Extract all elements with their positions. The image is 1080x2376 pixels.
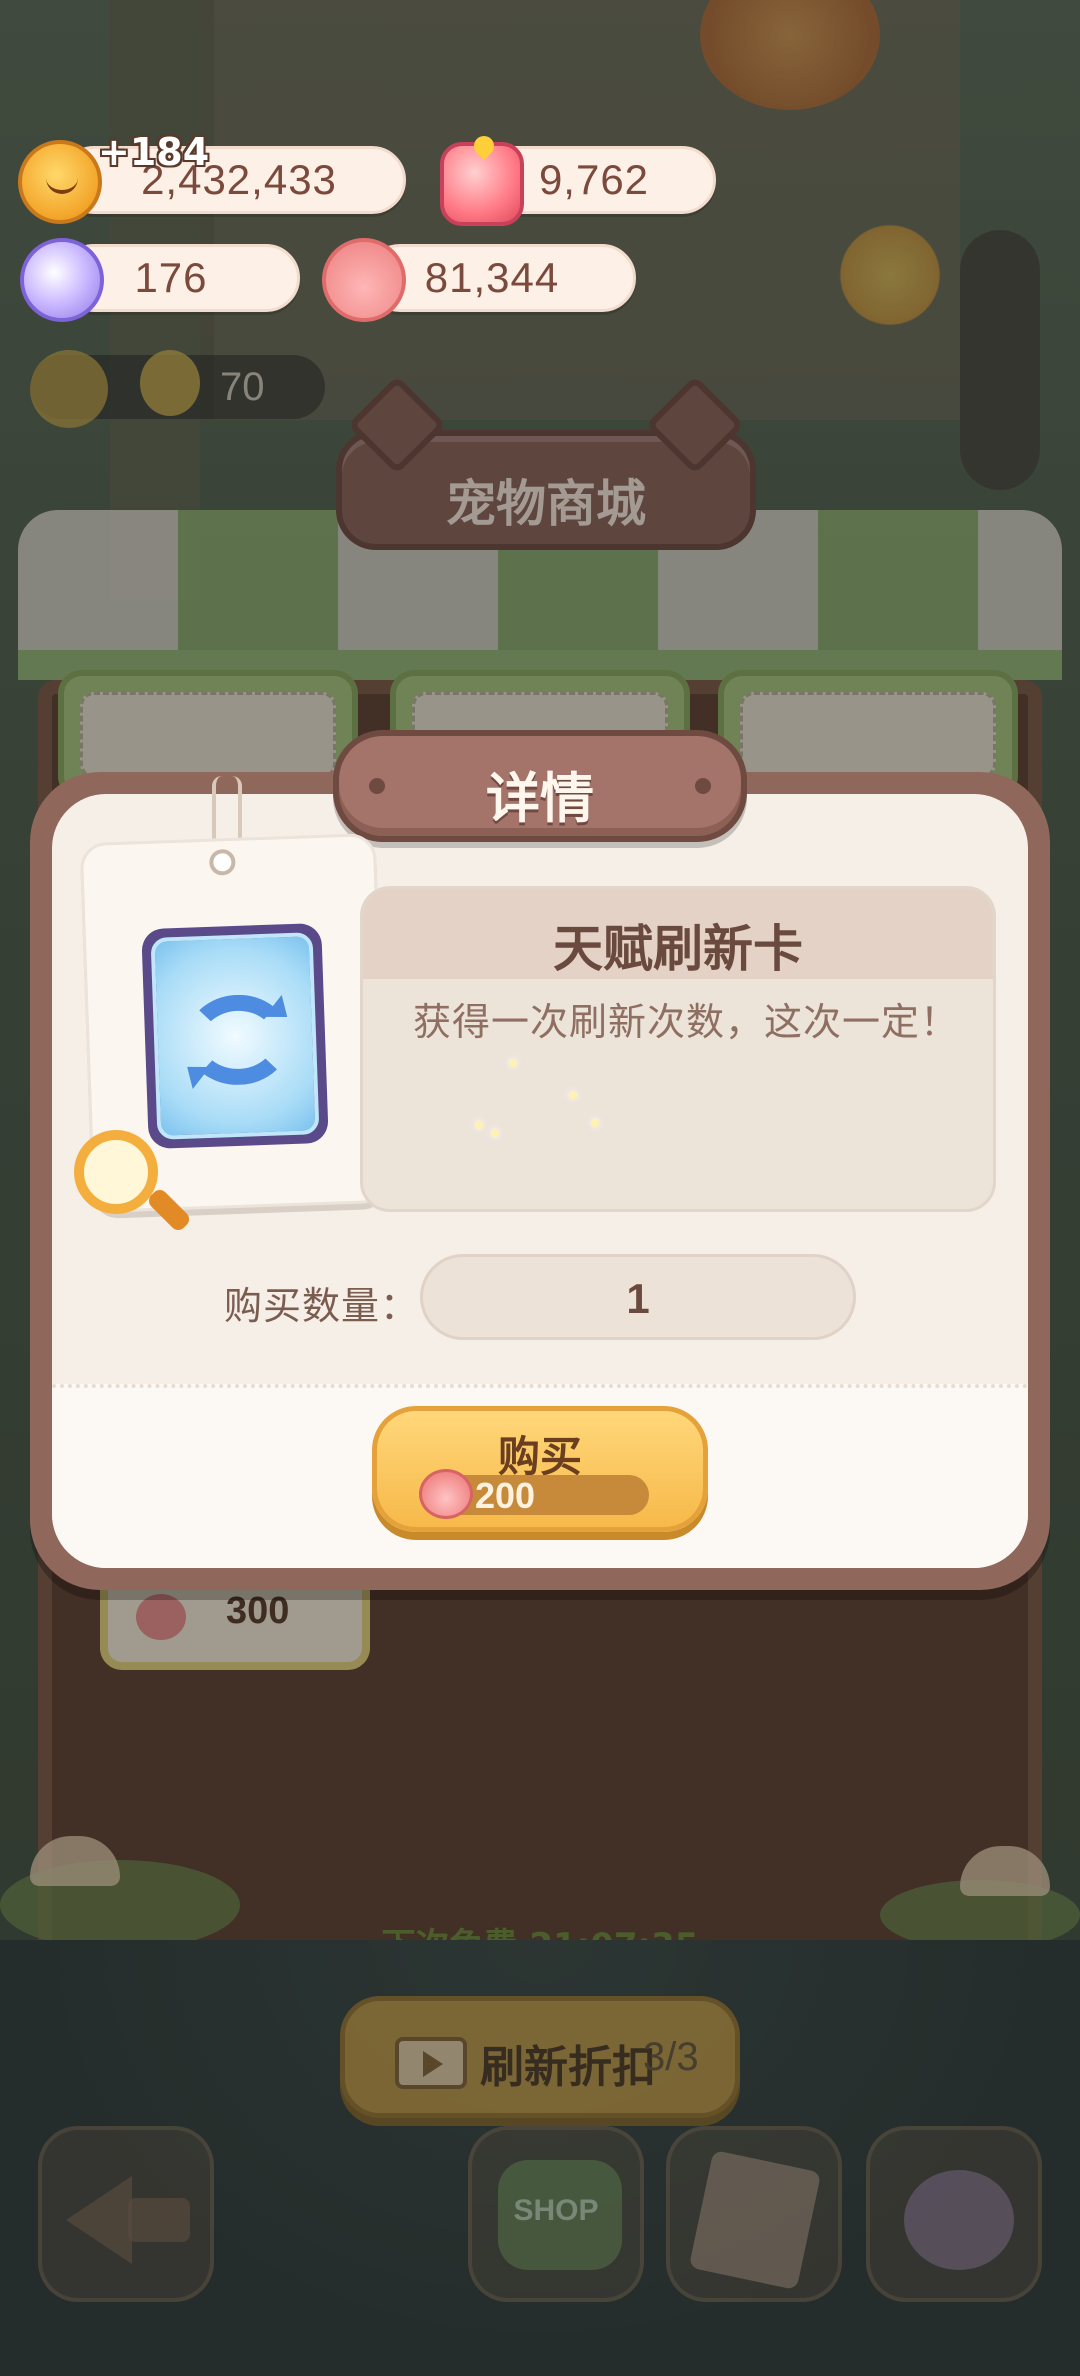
paw-icon [322,238,406,322]
refresh-card-icon [141,922,329,1150]
paw-icon [419,1469,473,1519]
detail-dialog-title: 详情 [486,767,594,830]
buy-price: 200 [475,1475,536,1516]
quantity-value: 1 [626,1275,650,1322]
candy-icon [20,238,104,322]
tag-string [212,776,242,846]
detail-dialog-header: 详情 [333,730,747,842]
sparkle-effect [475,1121,483,1129]
sparkle-effect [491,1129,499,1137]
magnifier-icon[interactable] [74,1130,193,1234]
sparkle-effect [509,1059,517,1067]
item-info-box: 天赋刷新卡 获得一次刷新次数，这次一定！ [360,886,996,1212]
item-name: 天赋刷新卡 [553,920,803,978]
coin-gain-popup: +184 [98,130,210,174]
coin-icon [18,140,102,224]
paw-counter: 81,344 [366,244,636,312]
quantity-label: 购买数量： [224,1284,420,1328]
sparkle-effect [569,1091,577,1099]
quantity-field[interactable]: 1 [420,1254,856,1340]
item-description: 获得一次刷新次数，这次一定！ [413,1000,960,1044]
gem-icon [440,131,524,226]
buy-button[interactable]: 购买 200 [372,1406,708,1532]
sparkle-effect [591,1119,599,1127]
